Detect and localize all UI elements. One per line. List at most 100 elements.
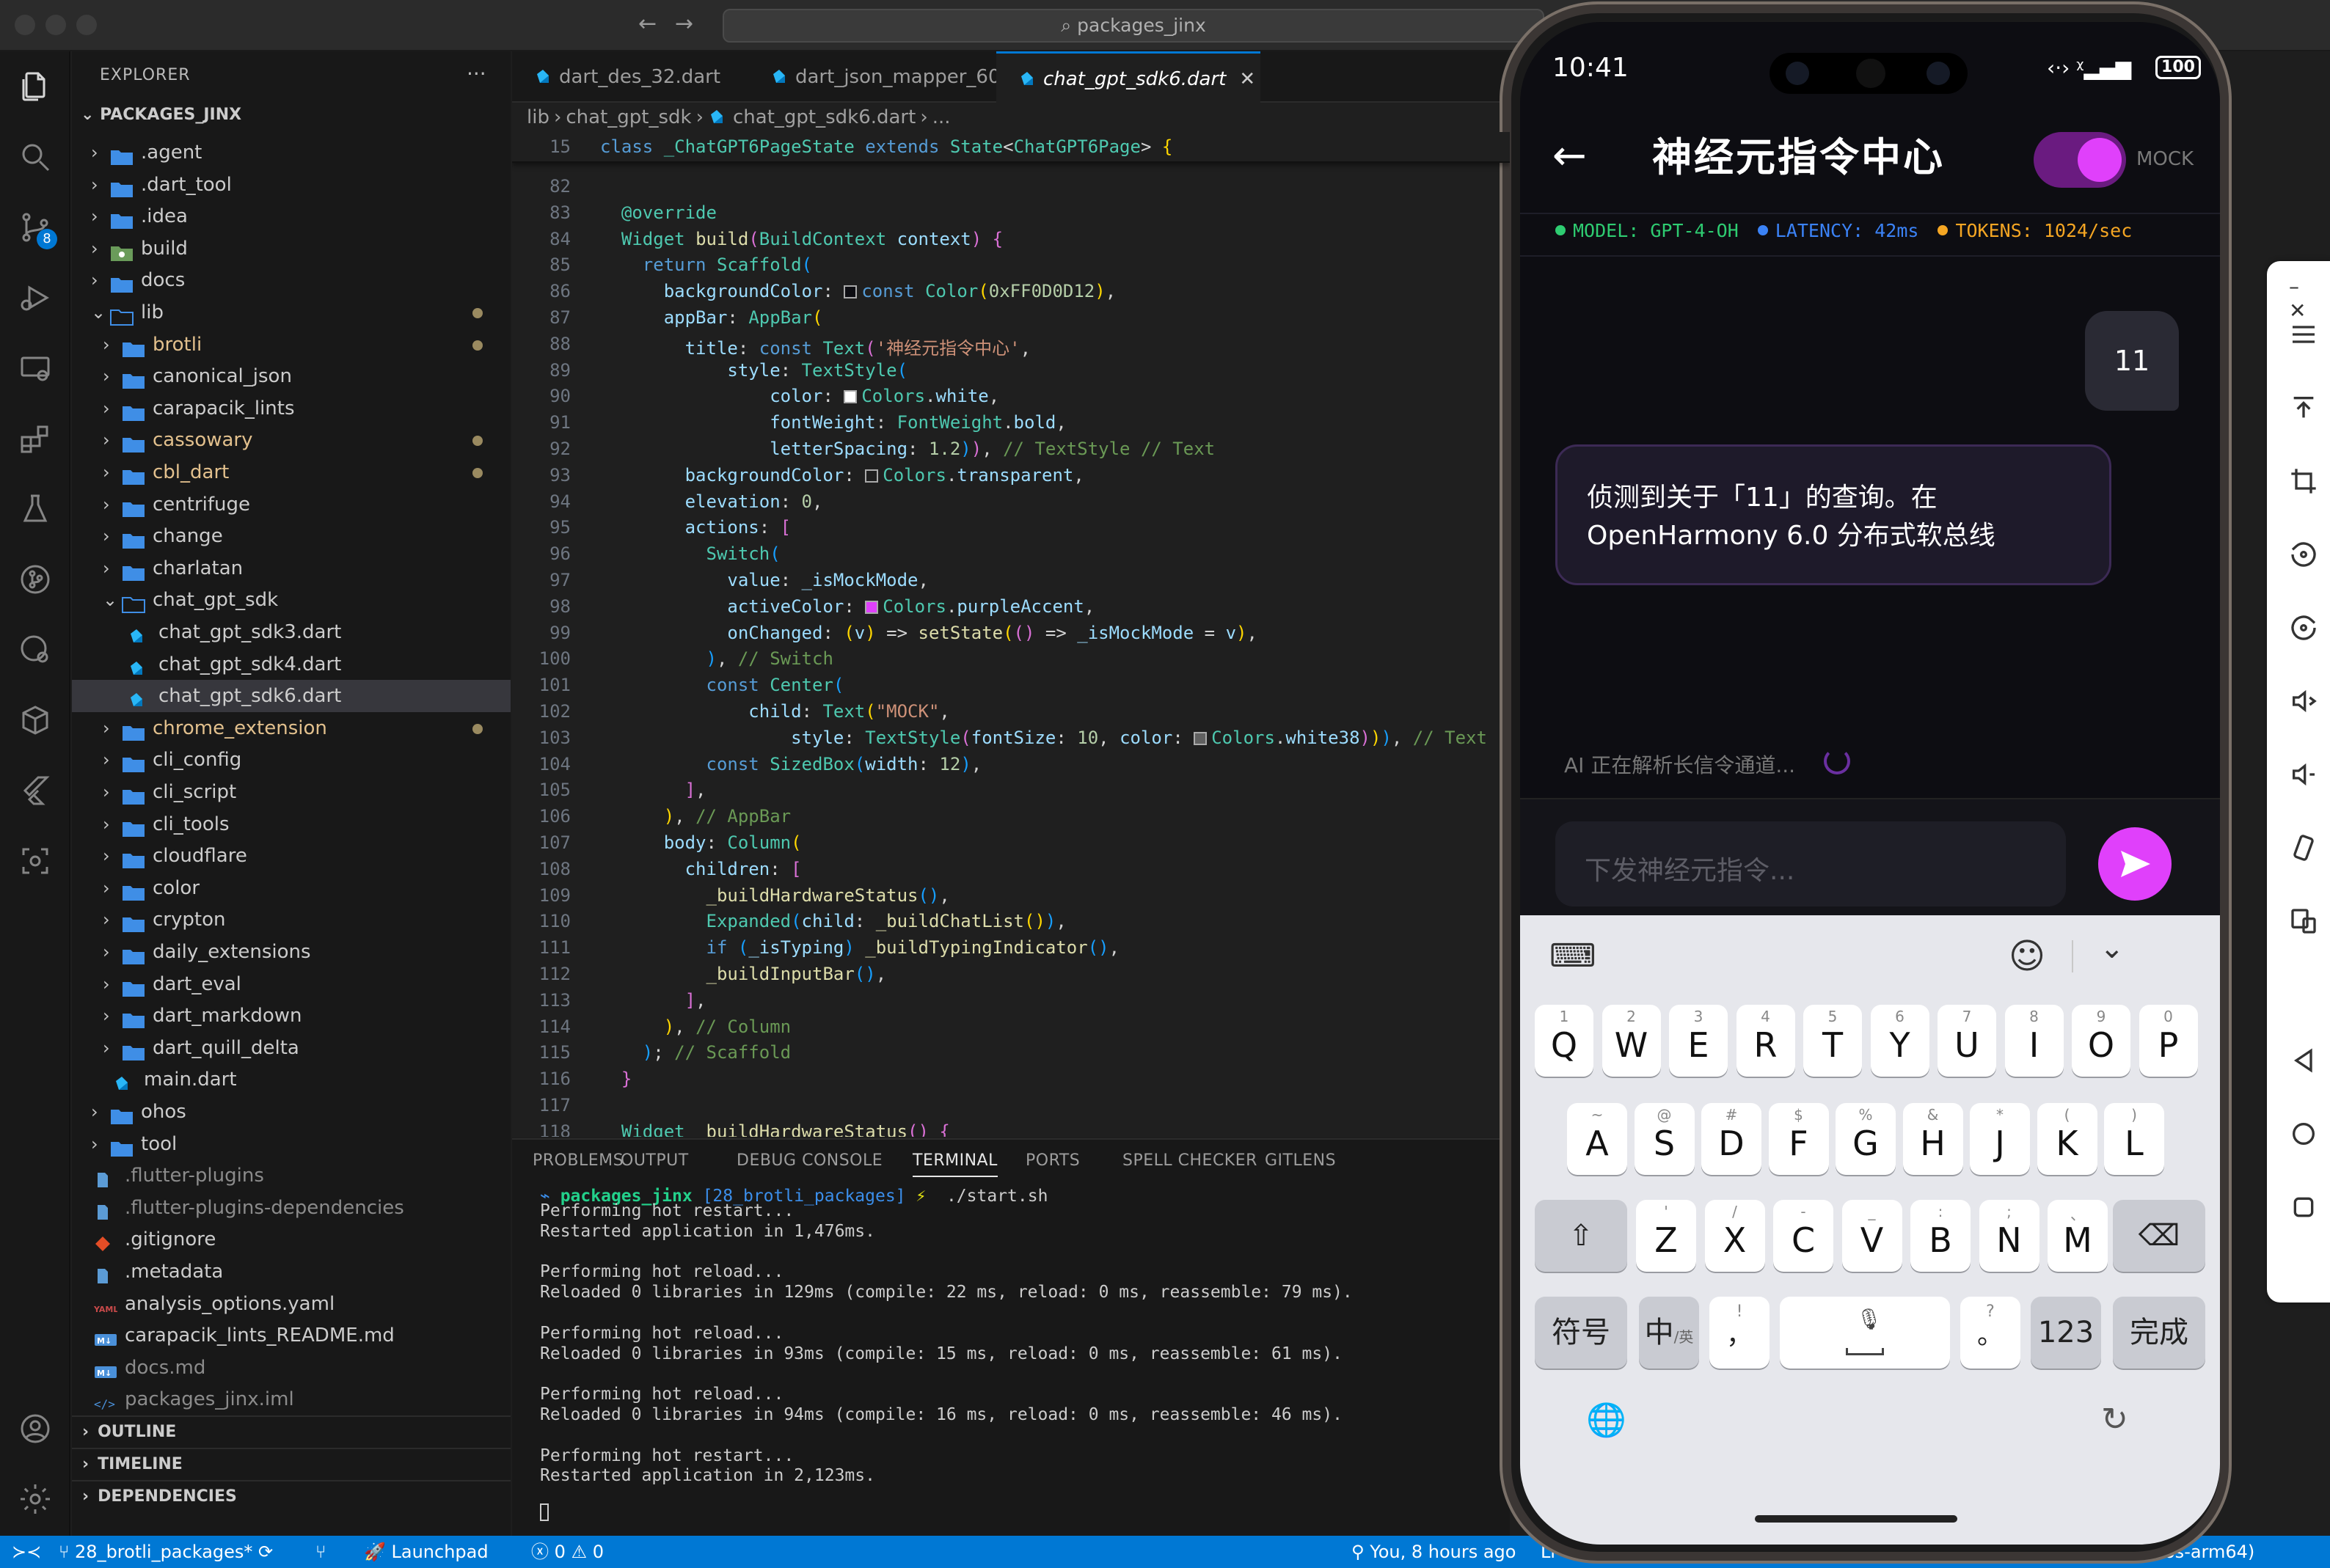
panel-tab-debug-console[interactable]: DEBUG CONSOLE xyxy=(737,1151,883,1170)
tree-item-folder[interactable]: ⌄ lib xyxy=(72,296,511,329)
panel-tab-terminal[interactable]: TERMINAL xyxy=(913,1151,998,1177)
tree-item-folder[interactable]: › .idea xyxy=(72,200,511,232)
launchpad-status[interactable]: 🚀 Launchpad xyxy=(364,1536,489,1568)
tree-item-dart[interactable]: main.dart xyxy=(72,1063,511,1096)
flutter-icon[interactable] xyxy=(0,755,70,826)
key-r[interactable]: 4R xyxy=(1736,1005,1795,1077)
key-f[interactable]: $ F xyxy=(1768,1103,1829,1175)
tree-item-md[interactable]: M↓ docs.md xyxy=(72,1352,511,1384)
tree-item-folder[interactable]: › brotli xyxy=(72,329,511,361)
run-debug-icon[interactable] xyxy=(0,263,70,333)
panel-tab-gitlens[interactable]: GITLENS xyxy=(1265,1151,1336,1170)
tree-item-folder[interactable]: › cli_script xyxy=(72,776,511,808)
keyboard-settings-icon[interactable]: ⌨ xyxy=(1549,937,1596,975)
key-a[interactable]: ~ A xyxy=(1567,1103,1627,1175)
tree-item-folder[interactable]: › dart_eval xyxy=(72,968,511,1000)
tree-item-folder[interactable]: › chrome_extension xyxy=(72,712,511,744)
key-k[interactable]: (K xyxy=(2037,1103,2097,1175)
close-window-button[interactable] xyxy=(15,15,35,35)
tree-item-folder[interactable]: › cli_tools xyxy=(72,808,511,840)
tree-item-folder[interactable]: › crypton xyxy=(72,904,511,936)
tree-item-folder[interactable]: › change xyxy=(72,520,511,552)
tree-item-folder[interactable]: › dart_markdown xyxy=(72,1000,511,1032)
tree-item-dart[interactable]: chat_gpt_sdk3.dart xyxy=(72,616,511,648)
minimize-icon[interactable]: – ✕ xyxy=(2289,274,2318,323)
settings-gear-icon[interactable] xyxy=(0,1464,70,1534)
tree-item-folder[interactable]: › ohos xyxy=(72,1096,511,1128)
backspace-key[interactable]: ⌫ xyxy=(2113,1200,2205,1272)
tree-item-folder[interactable]: › tool xyxy=(72,1128,511,1160)
breadcrumb-item[interactable]: chat_gpt_sdk6.dart xyxy=(733,106,916,128)
tree-item-git[interactable]: .gitignore xyxy=(72,1223,511,1256)
key-j[interactable]: * J xyxy=(1970,1103,2030,1175)
tree-item-folder[interactable]: › charlatan xyxy=(72,552,511,585)
key-n[interactable]: ; N xyxy=(1979,1200,2039,1272)
containers-icon[interactable] xyxy=(0,685,70,755)
tree-item-folder[interactable]: › cloudflare xyxy=(72,840,511,872)
tree-item-folder[interactable]: › cassowary xyxy=(72,424,511,456)
git-graph-icon[interactable] xyxy=(0,544,70,615)
comma-key[interactable]: !， xyxy=(1709,1297,1770,1369)
panel-tab-spell-checker[interactable]: SPELL CHECKER xyxy=(1122,1151,1257,1170)
shift-key[interactable]: ⇧ xyxy=(1535,1200,1627,1272)
numbers-key[interactable]: 123 xyxy=(2031,1297,2101,1369)
key-u[interactable]: 7U xyxy=(1938,1005,1996,1077)
devices-icon[interactable] xyxy=(2289,906,2318,936)
pin-icon[interactable] xyxy=(2289,393,2318,422)
key-o[interactable]: 9O xyxy=(2072,1005,2130,1077)
breadcrumb-item[interactable]: lib xyxy=(527,106,549,128)
sticky-scroll[interactable]: 15 class _ChatGPT6PageState extends Stat… xyxy=(512,132,1510,163)
gitlens-icon[interactable] xyxy=(0,615,70,685)
back-arrow-icon[interactable]: ← xyxy=(1552,132,1587,180)
key-x[interactable]: / X xyxy=(1704,1200,1765,1272)
back-arrow-icon[interactable]: ← xyxy=(638,11,657,37)
rotate-left-icon[interactable] xyxy=(2289,540,2318,569)
crop-icon[interactable] xyxy=(2289,466,2318,496)
key-c[interactable]: -C xyxy=(1773,1200,1833,1272)
volume-down-icon[interactable] xyxy=(2289,760,2318,789)
rotate-right-icon[interactable] xyxy=(2289,613,2318,642)
key-l[interactable]: ) L xyxy=(2104,1103,2164,1175)
problems-status[interactable]: ⓧ 0 ⚠ 0 xyxy=(531,1536,604,1568)
tree-item-iml[interactable]: </> packages_jinx.iml xyxy=(72,1383,511,1415)
code-editor[interactable]: 15 class _ChatGPT6PageState extends Stat… xyxy=(512,132,1510,1137)
account-icon[interactable] xyxy=(0,1393,70,1464)
globe-icon[interactable]: 🌐 xyxy=(1586,1401,1626,1439)
tree-item-dart[interactable]: chat_gpt_sdk6.dart xyxy=(72,680,511,713)
key-w[interactable]: 2W xyxy=(1602,1005,1661,1077)
tree-item-file[interactable]: .flutter-plugins xyxy=(72,1159,511,1192)
key-h[interactable]: & H xyxy=(1902,1103,1963,1175)
key-g[interactable]: % G xyxy=(1836,1103,1896,1175)
tree-item-folder[interactable]: › carapacik_lints xyxy=(72,392,511,425)
command-input[interactable]: 下发神经元指令... xyxy=(1555,821,2066,906)
nav-back-icon[interactable] xyxy=(2289,1046,2318,1075)
tree-item-folder[interactable]: › dart_quill_delta xyxy=(72,1032,511,1064)
source-control-icon[interactable]: 8 xyxy=(0,192,70,263)
breadcrumb-item[interactable]: ... xyxy=(932,106,951,128)
tree-item-folder[interactable]: › canonical_json xyxy=(72,360,511,392)
scan-icon[interactable] xyxy=(0,826,70,896)
close-icon[interactable]: ✕ xyxy=(1239,68,1255,90)
menu-icon[interactable] xyxy=(2289,320,2318,349)
remote-icon[interactable]: ≻≺ xyxy=(12,1536,41,1568)
panel-tab-problems[interactable]: PROBLEMS xyxy=(533,1151,624,1170)
done-key[interactable]: 完成 xyxy=(2113,1297,2205,1369)
emoji-icon[interactable]: ☺ xyxy=(2009,936,2045,977)
tree-item-folder[interactable]: › daily_extensions xyxy=(72,936,511,968)
tree-item-folder[interactable]: › .agent xyxy=(72,136,511,169)
sidebar-section-timeline[interactable]: › TIMELINE xyxy=(72,1448,511,1480)
key-q[interactable]: 1Q xyxy=(1535,1005,1593,1077)
space-key[interactable]: 🎙 xyxy=(1780,1297,1950,1369)
send-button[interactable] xyxy=(2098,827,2172,901)
command-center-search[interactable]: ⌕ packages_jinx xyxy=(723,9,1544,43)
tree-item-file[interactable]: .metadata xyxy=(72,1256,511,1288)
editor-tab[interactable]: chat_gpt_sdk6.dart ✕ xyxy=(996,51,1260,103)
panel-tab-ports[interactable]: PORTS xyxy=(1026,1151,1080,1170)
key-i[interactable]: 8I xyxy=(2004,1005,2064,1077)
remote-explorer-icon[interactable] xyxy=(0,333,70,403)
volume-up-icon[interactable] xyxy=(2289,686,2318,716)
project-root[interactable]: ⌄ PACKAGES_JINX xyxy=(81,106,241,124)
key-p[interactable]: 0P xyxy=(2139,1005,2198,1077)
tree-item-folder[interactable]: › .dart_tool xyxy=(72,169,511,201)
tree-item-folder[interactable]: › centrifuge xyxy=(72,488,511,521)
